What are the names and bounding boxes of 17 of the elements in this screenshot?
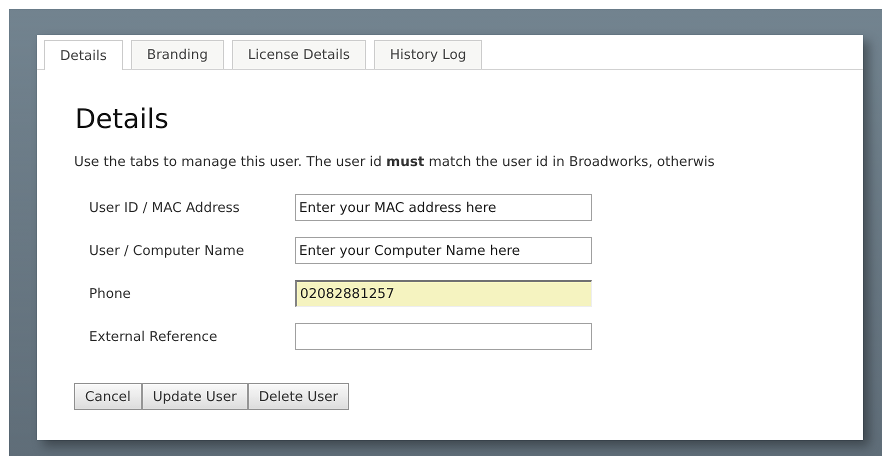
input-field[interactable] (295, 323, 592, 350)
input-field[interactable]: Enter your Computer Name here (295, 237, 592, 264)
input-field[interactable]: 02082881257 (295, 280, 592, 307)
input-field[interactable]: Enter your MAC address here (295, 194, 592, 221)
field-label: Phone (89, 286, 132, 302)
tab[interactable]: Branding (130, 40, 224, 69)
intro-text: Use the tabs to manage this user. The user id must match the user id in Broadworks, otherwis (74, 154, 716, 170)
tab[interactable]: Details (44, 40, 123, 70)
tab[interactable]: License Details (232, 40, 366, 69)
page-heading: Details (75, 104, 170, 136)
field-label: User ID / MAC Address (89, 200, 241, 216)
form-button[interactable]: Cancel (74, 383, 142, 410)
form-button[interactable]: Delete User (248, 383, 350, 410)
form-button[interactable]: Update User (142, 383, 248, 410)
tab[interactable]: History Log (374, 40, 482, 69)
field-label: User / Computer Name (89, 242, 246, 258)
field-label: External Reference (89, 328, 218, 344)
